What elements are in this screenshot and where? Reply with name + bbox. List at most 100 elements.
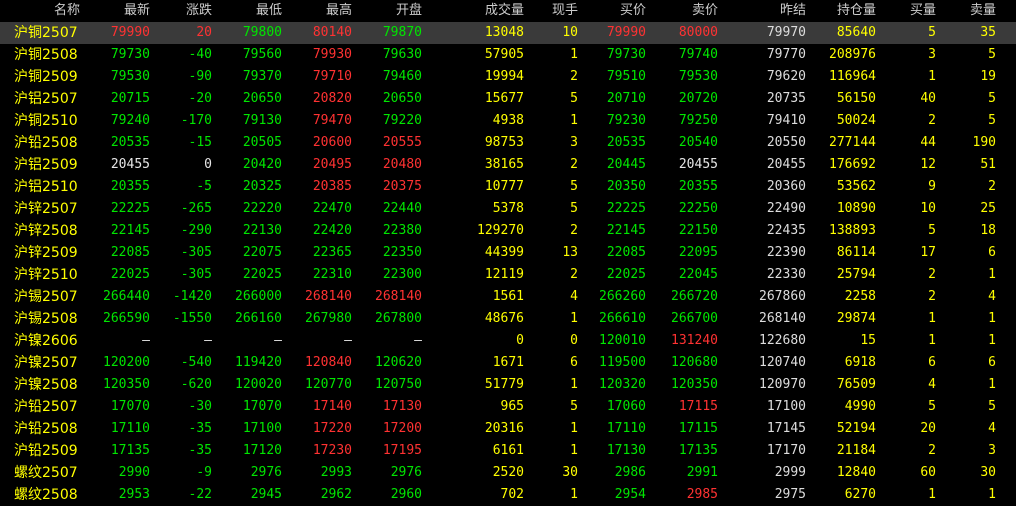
header-high[interactable]: 最高 [282, 0, 352, 22]
change-cell: -9 [196, 465, 212, 480]
ask-qty-cell: 6 [988, 355, 996, 370]
hand-cell: 5 [570, 201, 578, 216]
high-cell: 22470 [312, 201, 352, 216]
open-interest-cell: 25794 [836, 267, 876, 282]
ask-cell: 20455 [678, 157, 718, 172]
high-cell: 120840 [305, 355, 352, 370]
table-row[interactable]: 沪铜2510 79240 -170 79130 79470 79220 4938 1 79230… [0, 110, 1016, 132]
open-interest-cell: 6918 [844, 355, 876, 370]
bid-cell: 79990 [606, 25, 646, 40]
change-cell: -265 [180, 201, 212, 216]
table-row[interactable]: 螺纹2508 2953 -22 2945 2962 2960 702 1 2954 2985 297… [0, 484, 1016, 506]
hand-cell: 13 [562, 245, 578, 260]
name-cell: 沪锡2507 [14, 289, 78, 305]
header-name[interactable]: 名称 [0, 0, 80, 22]
last-cell: 17070 [110, 399, 150, 414]
last-cell: 20715 [110, 91, 150, 106]
open-cell: 2960 [390, 487, 422, 502]
name-cell: 沪铅2509 [14, 443, 78, 459]
header-open-interest[interactable]: 持仓量 [806, 0, 876, 22]
header-change[interactable]: 涨跌 [150, 0, 212, 22]
ask-qty-cell: 5 [988, 47, 996, 62]
table-row[interactable]: 沪锌2508 22145 -290 22130 22420 22380 129270 2 221… [0, 220, 1016, 242]
prev-settle-cell: 79410 [766, 113, 806, 128]
table-row[interactable]: 沪镍2507 120200 -540 119420 120840 120620 1671 6 1… [0, 352, 1016, 374]
name-cell: 沪铜2507 [14, 25, 78, 41]
header-ask[interactable]: 卖价 [646, 0, 718, 22]
table-row[interactable]: 沪铅2507 17070 -30 17070 17140 17130 965 5 17060 17… [0, 396, 1016, 418]
ask-cell: 79250 [678, 113, 718, 128]
bid-cell: 2986 [614, 465, 646, 480]
low-cell: 79370 [242, 69, 282, 84]
table-row[interactable]: 螺纹2507 2990 -9 2976 2993 2976 2520 30 2986 2991 29… [0, 462, 1016, 484]
low-cell: 22130 [242, 223, 282, 238]
ask-cell: 266700 [671, 311, 718, 326]
high-cell: 2993 [320, 465, 352, 480]
high-cell: 17220 [312, 421, 352, 436]
table-row[interactable]: 沪铜2509 79530 -90 79370 79710 79460 19994 2 79510… [0, 66, 1016, 88]
table-row[interactable]: 沪铝2507 20715 -20 20650 20820 20650 15677 5 20710… [0, 88, 1016, 110]
bid-qty-cell: 12 [920, 157, 936, 172]
header-last[interactable]: 最新 [82, 0, 150, 22]
open-interest-cell: 176692 [829, 157, 876, 172]
header-volume[interactable]: 成交量 [440, 0, 524, 22]
ask-cell: 131240 [671, 333, 718, 348]
header-bid[interactable]: 买价 [578, 0, 646, 22]
ask-cell: 17115 [678, 399, 718, 414]
ask-cell: 22250 [678, 201, 718, 216]
last-cell: 20355 [110, 179, 150, 194]
low-cell: 17100 [242, 421, 282, 436]
header-low[interactable]: 最低 [212, 0, 282, 22]
header-open[interactable]: 开盘 [352, 0, 422, 22]
hand-cell: 4 [570, 289, 578, 304]
bid-qty-cell: 44 [920, 135, 936, 150]
table-row[interactable]: 沪铜2508 79730 -40 79560 79930 79630 57905 1 79730… [0, 44, 1016, 66]
table-row[interactable]: 沪镍2508 120350 -620 120020 120770 120750 51779 1… [0, 374, 1016, 396]
bid-cell: 22025 [606, 267, 646, 282]
change-cell: -305 [180, 245, 212, 260]
ask-qty-cell: 5 [988, 113, 996, 128]
bid-cell: 17110 [606, 421, 646, 436]
bid-qty-cell: 6 [928, 355, 936, 370]
change-cell: -305 [180, 267, 212, 282]
change-cell: -35 [188, 421, 212, 436]
open-interest-cell: 2258 [844, 289, 876, 304]
header-bid-qty[interactable]: 买量 [876, 0, 936, 22]
volume-cell: 13048 [484, 25, 524, 40]
volume-cell: 5378 [492, 201, 524, 216]
ask-qty-cell: 1 [988, 333, 996, 348]
hand-cell: 30 [562, 465, 578, 480]
table-row[interactable]: 沪铅2508 20535 -15 20505 20600 20555 98753 3 20535… [0, 132, 1016, 154]
bid-qty-cell: 1 [928, 311, 936, 326]
ask-cell: 120680 [671, 355, 718, 370]
table-row[interactable]: 沪铅2509 17135 -35 17120 17230 17195 6161 1 17130 1… [0, 440, 1016, 462]
last-cell: — [142, 333, 150, 348]
ask-qty-cell: 4 [988, 421, 996, 436]
change-cell: -30 [188, 399, 212, 414]
high-cell: 17230 [312, 443, 352, 458]
volume-cell: 20316 [484, 421, 524, 436]
table-row[interactable]: 沪锌2509 22085 -305 22075 22365 22350 44399 13 220… [0, 242, 1016, 264]
high-cell: 79710 [312, 69, 352, 84]
table-row[interactable]: 沪铅2508 17110 -35 17100 17220 17200 20316 1 17110… [0, 418, 1016, 440]
volume-cell: 4938 [492, 113, 524, 128]
bid-cell: 20445 [606, 157, 646, 172]
table-row[interactable]: 沪锡2508 266590 -1550 266160 267980 267800 48676… [0, 308, 1016, 330]
hand-cell: 6 [570, 355, 578, 370]
header-ask-qty[interactable]: 卖量 [936, 0, 996, 22]
table-row[interactable]: 沪锌2507 22225 -265 22220 22470 22440 5378 5 22225… [0, 198, 1016, 220]
header-hand[interactable]: 现手 [524, 0, 578, 22]
table-row[interactable]: 沪锡2507 266440 -1420 266000 268140 268140 1561 4… [0, 286, 1016, 308]
table-row[interactable]: 沪铜2507 79990 20 79800 80140 79870 13048 10 79990… [0, 22, 1016, 44]
last-cell: 266590 [103, 311, 150, 326]
hand-cell: 2 [570, 267, 578, 282]
high-cell: 268140 [305, 289, 352, 304]
open-cell: 2976 [390, 465, 422, 480]
table-row[interactable]: 沪铝2509 20455 0 20420 20495 20480 38165 2 20445 20… [0, 154, 1016, 176]
header-prev-settle[interactable]: 昨结 [730, 0, 806, 22]
table-row[interactable]: 沪锌2510 22025 -305 22025 22310 22300 12119 2 2202… [0, 264, 1016, 286]
prev-settle-cell: 20455 [766, 157, 806, 172]
table-row[interactable]: 沪铝2510 20355 -5 20325 20385 20375 10777 5 20350 2… [0, 176, 1016, 198]
table-row[interactable]: 沪镍2606 — — — — — 0 0 120010 131240 122680 15 1 1 [0, 330, 1016, 352]
hand-cell: 2 [570, 157, 578, 172]
